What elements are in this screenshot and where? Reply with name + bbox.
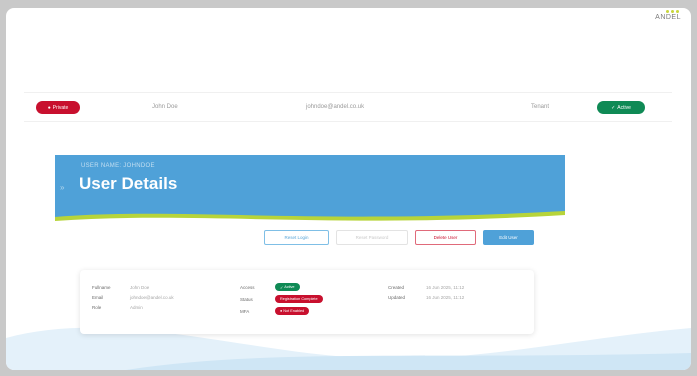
private-button[interactable]: ● Private: [36, 101, 80, 114]
app-window: ANDEL ● Private John Doe johndoe@andel.c…: [6, 8, 691, 370]
reset-password-button[interactable]: Reset Password: [336, 230, 408, 245]
active-button[interactable]: ✓ Active: [597, 101, 645, 114]
detail-row-access: Access: [240, 284, 255, 290]
detail-row-email: Email johndoe@andel.co.uk: [92, 294, 174, 300]
check-icon: ✓: [280, 285, 284, 290]
brand-logo: ANDEL: [655, 14, 681, 21]
chevron-right-icon: »: [60, 183, 65, 192]
brand-dots: [651, 10, 679, 13]
user-details-card: Fullname John Doe Email johndoe@andel.co…: [80, 270, 534, 334]
check-icon: ✓: [611, 104, 616, 111]
detail-row-role: Role Admin: [92, 304, 143, 310]
edit-user-button[interactable]: Edit User: [483, 230, 534, 245]
user-bar: ● Private John Doe johndoe@andel.co.uk T…: [24, 92, 672, 122]
detail-row-mfa: MFA: [240, 308, 250, 314]
detail-row-fullname: Fullname John Doe: [92, 284, 150, 290]
reset-login-button[interactable]: Reset Login: [264, 230, 329, 245]
page-banner: » USER NAME: JOHNDOE User Details: [55, 155, 565, 227]
detail-row-created: Created 16 Jun 2025, 11:12: [388, 284, 465, 290]
lock-icon: ●: [280, 309, 283, 313]
status-badge: Registration Complete: [275, 295, 323, 303]
action-bar: Reset Login Reset Password Delete User E…: [264, 230, 534, 245]
banner-wave: [55, 211, 565, 227]
detail-row-updated: Updated 16 Jun 2025, 11:12: [388, 294, 465, 300]
mfa-badge: ● Not Enabled: [275, 307, 310, 315]
delete-user-button[interactable]: Delete User: [415, 230, 476, 245]
user-name: John Doe: [152, 104, 178, 110]
detail-row-status: Status: [240, 296, 253, 302]
user-email: johndoe@andel.co.uk: [306, 104, 365, 110]
user-tenant: Tenant: [531, 104, 550, 110]
page-title: User Details: [79, 174, 178, 193]
lock-icon: ●: [47, 104, 51, 111]
page-subtitle: USER NAME: JOHNDOE: [81, 163, 155, 169]
access-badge: ✓ Active: [275, 283, 300, 291]
